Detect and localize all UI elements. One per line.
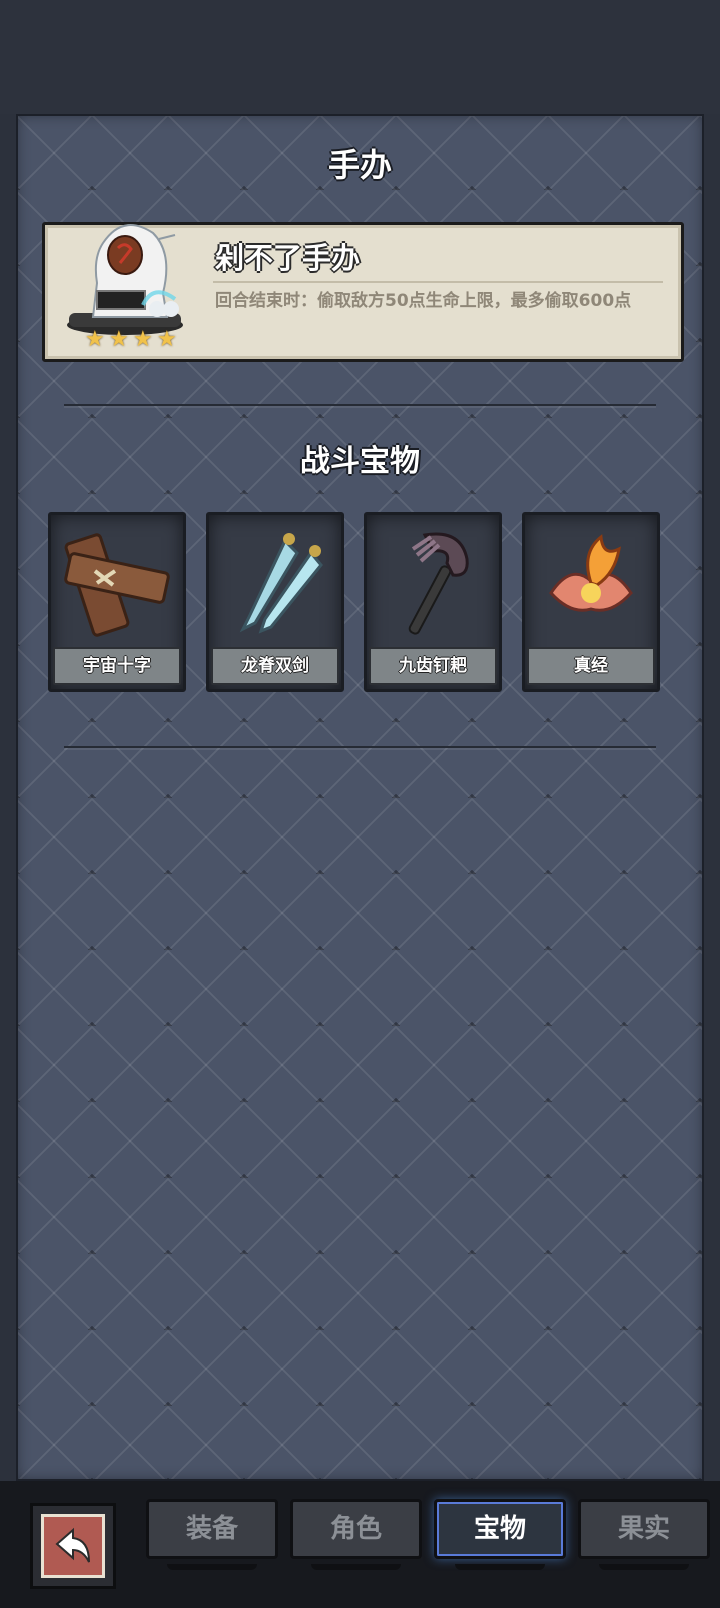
tab-label: 宝物 <box>473 1514 526 1544</box>
star-icon: ★ <box>109 327 129 352</box>
tab-label: 装备 <box>185 1514 238 1544</box>
figure-description: 回合结束时：偷取敌方50点生命上限，最多偷取600点 <box>215 291 632 311</box>
tab-characters[interactable]: 角色 <box>290 1499 422 1570</box>
treasure-card-sutra[interactable]: 真经 <box>522 512 660 692</box>
section-divider-bottom <box>64 746 656 748</box>
treasure-label: 宇宙十字 <box>53 647 181 685</box>
section-divider-top <box>64 404 656 406</box>
treasure-label: 九齿钉耙 <box>369 647 497 685</box>
figure-name: 剁不了手办 <box>215 241 361 275</box>
wooden-cross-icon <box>64 533 170 637</box>
section-title: 战斗宝物 <box>300 444 420 479</box>
tab-equipment[interactable]: 装备 <box>146 1499 278 1570</box>
rake-icon <box>408 532 469 635</box>
star-icon: ★ <box>85 327 105 352</box>
treasure-card-rake[interactable]: 九齿钉耙 <box>364 512 502 692</box>
star-rating: ★ ★ ★ ★ <box>85 329 179 351</box>
tab-label: 果实 <box>617 1514 670 1544</box>
star-icon: ★ <box>133 327 153 352</box>
tab-label: 角色 <box>329 1514 382 1544</box>
treasure-label: 龙脊双剑 <box>211 647 339 685</box>
figure-card[interactable]: ★ ★ ★ ★ 剁不了手办 回合结束时：偷取敌方50点生命上限，最多偷取600点 <box>42 222 684 362</box>
tab-fruits[interactable]: 果实 <box>578 1499 710 1570</box>
page-title: 手办 <box>327 146 392 184</box>
back-arrow-icon <box>55 1527 90 1563</box>
bottom-nav: 装备 角色 宝物 果实 <box>0 1481 720 1608</box>
star-icon: ★ <box>157 327 177 352</box>
treasure-card-cosmic-cross[interactable]: 宇宙十字 <box>48 512 186 692</box>
figure-divider <box>213 281 663 283</box>
treasure-grid: 宇宙十字 龙脊双剑 九齿钉耙 真经 <box>48 512 672 692</box>
twin-swords-icon <box>239 533 323 634</box>
fire-lotus-icon <box>549 534 633 612</box>
treasure-card-twin-swords[interactable]: 龙脊双剑 <box>206 512 344 692</box>
treasure-label: 真经 <box>527 647 655 685</box>
back-button[interactable] <box>30 1503 116 1589</box>
tab-treasures[interactable]: 宝物 <box>434 1499 566 1570</box>
top-bar <box>0 0 720 114</box>
